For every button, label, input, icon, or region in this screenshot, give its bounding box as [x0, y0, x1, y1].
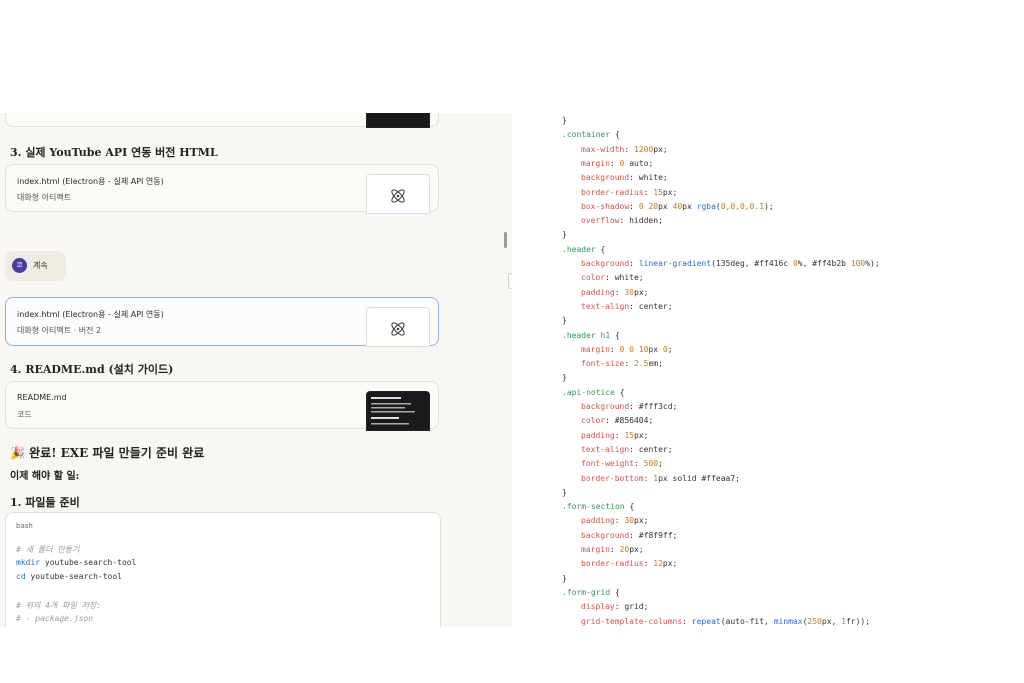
- artifact-card-previous[interactable]: [5, 113, 439, 128]
- continue-label: 계속: [33, 261, 48, 270]
- code-line: .header {: [562, 244, 606, 254]
- code-line: max-width: 1200px;: [581, 144, 668, 154]
- continue-button[interactable]: 코 계속: [5, 251, 66, 281]
- code-line: }: [562, 230, 567, 240]
- section-heading-4: 4. README.md (설치 가이드): [10, 363, 174, 376]
- artifact-title: README.md: [17, 393, 67, 402]
- atom-icon: [391, 189, 405, 203]
- code-line: padding: 15px;: [581, 430, 649, 440]
- code-line: color: #856404;: [581, 416, 654, 426]
- code-line: .api-notice {: [562, 387, 625, 397]
- code-line: overflow: hidden;: [581, 216, 663, 226]
- code-line: font-weight: 500;: [581, 459, 663, 469]
- code-line: grid-template-columns: repeat(auto-fit, …: [581, 616, 871, 626]
- code-line: padding: 30px;: [581, 516, 649, 526]
- artifact-thumbnail: [366, 113, 430, 128]
- code-line: margin: 0 0 10px 0;: [581, 344, 673, 354]
- code-line: }: [562, 316, 567, 326]
- code-line: .form-section {: [562, 502, 635, 512]
- code-line: background: white;: [581, 173, 668, 183]
- code-line: background: #fff3cd;: [581, 402, 678, 411]
- code-line: margin: 20px;: [581, 545, 644, 554]
- chat-scrollbar[interactable]: [504, 232, 507, 248]
- artifact-subtitle: 대화형 아티팩트: [17, 193, 72, 202]
- code-line: }: [562, 573, 567, 583]
- code-line: # 위의 4개 파일 저장:: [16, 601, 102, 610]
- step1-heading: 1. 파일들 준비: [10, 496, 80, 509]
- artifact-title: index.html (Electron용 - 실제 API 연동): [17, 177, 164, 186]
- code-line: text-align: center;: [581, 301, 673, 311]
- code-line: padding: 30px;: [581, 287, 649, 297]
- artifact-subtitle: 대화형 아티팩트 · 버전 2: [17, 326, 102, 335]
- code-line: .header h1 {: [562, 330, 620, 340]
- code-line: background: #f8f9ff;: [581, 530, 678, 540]
- code-line: cd youtube-search-tool: [16, 572, 122, 581]
- code-line: text-align: center;: [581, 444, 673, 454]
- chat-panel: 3. 실제 YouTube API 연동 버전 HTML index.html …: [0, 113, 512, 627]
- artifact-thumbnail: [366, 174, 430, 214]
- code-line: .form-grid {: [562, 587, 620, 597]
- artifact-thumbnail: [366, 391, 430, 431]
- code-line: display: grid;: [581, 602, 649, 612]
- code-viewer-panel: } .container { max-width: 1200px; margin: 0…: [512, 113, 1024, 627]
- code-line: # 새 폴더 만들기: [16, 545, 80, 554]
- code-line: border-bottom: 1px solid #ffeaa7;: [581, 473, 740, 483]
- code-line: font-size: 2.5em;: [581, 359, 663, 369]
- code-line: color: white;: [581, 273, 644, 283]
- done-heading: 🎉 완료! EXE 파일 만들기 준비 완료: [10, 446, 205, 460]
- code-line: box-shadow: 0 20px 40px rgba(0,0,0,0.1);: [581, 201, 774, 211]
- code-preview-image: [371, 397, 415, 425]
- code-line: }: [562, 487, 567, 497]
- avatar: 코: [12, 258, 27, 273]
- code-line: .container {: [562, 130, 620, 140]
- artifact-card-index-html[interactable]: index.html (Electron용 - 실제 API 연동) 대화형 아…: [5, 164, 439, 214]
- code-line: }: [562, 373, 567, 383]
- code-line: border-radius: 15px;: [581, 187, 678, 197]
- code-line: margin: 0 auto;: [581, 158, 654, 168]
- section-heading-3: 3. 실제 YouTube API 연동 버전 HTML: [10, 146, 218, 159]
- artifact-card-readme[interactable]: README.md 코드: [5, 381, 439, 431]
- code-line: # - package.json: [16, 614, 94, 623]
- code-language-label: bash: [16, 522, 33, 530]
- artifact-thumbnail: [366, 307, 430, 347]
- artifact-card-index-html-v2[interactable]: index.html (Electron용 - 실제 API 연동) 대화형 아…: [5, 297, 439, 347]
- code-line: }: [562, 116, 567, 125]
- code-line: background: linear-gradient(135deg, #ff4…: [581, 259, 880, 268]
- code-line: border-radius: 12px;: [581, 559, 678, 569]
- artifact-subtitle: 코드: [17, 410, 32, 419]
- atom-icon: [391, 322, 405, 336]
- code-line: mkdir youtube-search-tool: [16, 558, 137, 567]
- todo-heading: 이제 해야 할 일:: [10, 471, 80, 482]
- code-block: bash # 새 폴더 만들기 mkdir youtube-search-too…: [5, 512, 441, 627]
- artifact-title: index.html (Electron용 - 실제 API 연동): [17, 310, 164, 319]
